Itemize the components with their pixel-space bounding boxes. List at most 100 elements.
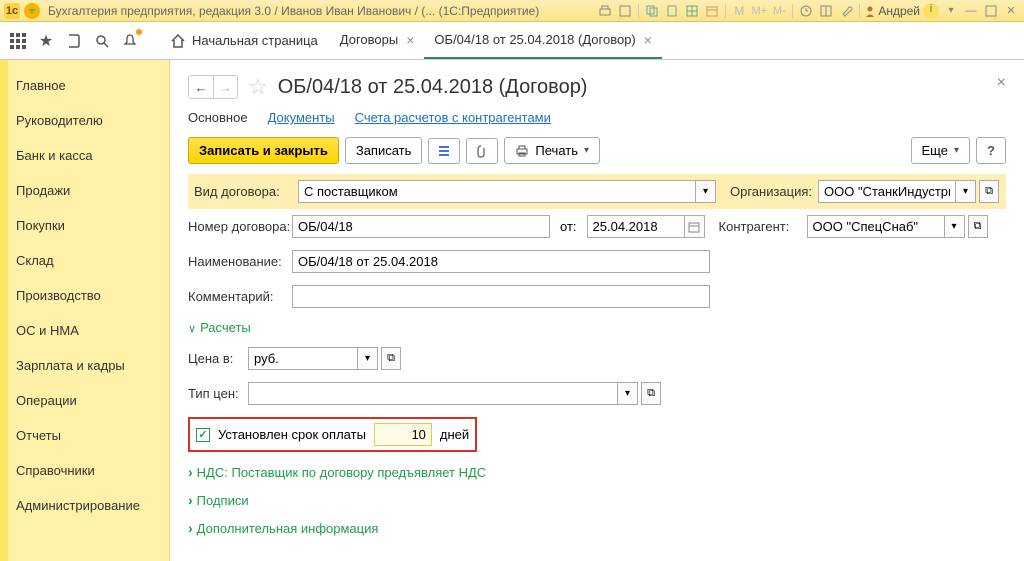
sidebar-item-proizvodstvo[interactable]: Производство <box>2 278 169 313</box>
search-icon[interactable] <box>88 27 116 55</box>
content-area: × ← → ☆ ОБ/04/18 от 25.04.2018 (Договор)… <box>170 60 1024 561</box>
sidebar-item-rukovoditelyu[interactable]: Руководителю <box>2 103 169 138</box>
srok-days-input[interactable] <box>374 423 432 446</box>
print-icon[interactable] <box>596 2 614 20</box>
dropdown-icon[interactable]: ▾ <box>696 180 716 203</box>
open-ext-icon[interactable]: ⧉ <box>641 382 661 405</box>
section-nds[interactable]: НДС: Поставщик по договору предъявляет Н… <box>188 458 1006 486</box>
tip-input[interactable] <box>248 382 618 405</box>
favorite-toggle-icon[interactable]: ☆ <box>248 74 268 100</box>
sidebar-item-operacii[interactable]: Операции <box>2 383 169 418</box>
tip-label: Тип цен: <box>188 386 248 401</box>
sidebar-item-spravochniki[interactable]: Справочники <box>2 453 169 488</box>
home-icon <box>170 33 186 49</box>
nav-forward-button[interactable]: → <box>213 76 237 98</box>
calc-icon[interactable] <box>683 2 701 20</box>
org-input[interactable] <box>818 180 956 203</box>
date-input[interactable] <box>587 215 685 238</box>
maximize-button[interactable] <box>982 2 1000 20</box>
save-close-button[interactable]: Записать и закрыть <box>188 137 339 164</box>
srok-checkbox[interactable]: ✓ <box>196 428 210 442</box>
tab-close-icon[interactable]: × <box>644 32 652 48</box>
section-dopinfo[interactable]: Дополнительная информация <box>188 514 1006 542</box>
nav-back-button[interactable]: ← <box>189 76 213 98</box>
notifications-bell-icon[interactable] <box>116 27 144 55</box>
save-icon[interactable] <box>616 2 634 20</box>
tab-close-icon[interactable]: × <box>406 32 414 48</box>
section-podpisi[interactable]: Подписи <box>188 486 1006 514</box>
main-toolbar: ★ Начальная страница Договоры × ОБ/04/18… <box>0 22 1024 60</box>
chevron-right-icon <box>188 520 193 536</box>
home-tab-label: Начальная страница <box>192 33 318 48</box>
action-bar: Записать и закрыть Записать Печать ▾ Еще… <box>188 137 1006 164</box>
nomer-input[interactable] <box>292 215 550 238</box>
m-plus-icon[interactable]: M+ <box>750 2 768 20</box>
favorite-star-icon[interactable]: ★ <box>32 27 60 55</box>
sidebar-item-glavnoe[interactable]: Главное <box>2 68 169 103</box>
chevron-down-icon: ▾ <box>954 145 959 156</box>
history-icon[interactable] <box>60 27 88 55</box>
org-label: Организация: <box>730 184 818 199</box>
nomer-label: Номер договора: <box>188 219 292 234</box>
subnav-osnovnoe[interactable]: Основное <box>188 110 248 125</box>
dropdown-circle-icon[interactable] <box>24 3 40 19</box>
row-vid-dogovora: Вид договора: ▾ Организация: ▾ ⧉ <box>188 174 1006 209</box>
row-tip-cen: Тип цен: ▾ ⧉ <box>188 376 1006 411</box>
subnav-dokumenty[interactable]: Документы <box>268 110 335 125</box>
dropdown-icon[interactable]: ▾ <box>956 180 976 203</box>
chevron-right-icon <box>188 492 193 508</box>
vid-input[interactable] <box>298 180 696 203</box>
komment-input[interactable] <box>292 285 710 308</box>
close-button[interactable]: ✕ <box>1002 2 1020 20</box>
open-ext-icon[interactable]: ⧉ <box>968 215 988 238</box>
section-raschety[interactable]: Расчеты <box>188 314 1006 341</box>
dropdown-icon[interactable]: ▾ <box>945 215 965 238</box>
sidebar-item-os-nma[interactable]: ОС и НМА <box>2 313 169 348</box>
info-icon[interactable]: i <box>922 2 940 20</box>
list-icon-button[interactable] <box>428 138 460 164</box>
chevron-down-icon <box>188 320 196 335</box>
current-user[interactable]: Андрей <box>864 4 920 18</box>
tab-dogovory[interactable]: Договоры × <box>330 22 425 59</box>
naimen-input[interactable] <box>292 250 710 273</box>
sidebar-item-otchety[interactable]: Отчеты <box>2 418 169 453</box>
tab-dogovor-current[interactable]: ОБ/04/18 от 25.04.2018 (Договор) × <box>424 22 662 59</box>
open-ext-icon[interactable]: ⧉ <box>381 347 401 370</box>
dropdown-icon[interactable]: ▾ <box>358 347 378 370</box>
dropdown-icon[interactable]: ▾ <box>618 382 638 405</box>
save-button[interactable]: Записать <box>345 137 423 164</box>
attachment-button[interactable] <box>466 138 498 164</box>
sidebar-item-sklad[interactable]: Склад <box>2 243 169 278</box>
home-tab[interactable]: Начальная страница <box>158 22 330 59</box>
sidebar-item-prodazhi[interactable]: Продажи <box>2 173 169 208</box>
cena-input[interactable] <box>248 347 358 370</box>
more-button[interactable]: Еще▾ <box>911 137 970 164</box>
subnav-scheta[interactable]: Счета расчетов с контрагентами <box>355 110 551 125</box>
sidebar-item-admin[interactable]: Администрирование <box>2 488 169 523</box>
cena-label: Цена в: <box>188 351 248 366</box>
copy-icon[interactable] <box>643 2 661 20</box>
panel-icon[interactable] <box>817 2 835 20</box>
window-title: Бухгалтерия предприятия, редакция 3.0 / … <box>48 4 539 18</box>
page-close-icon[interactable]: × <box>997 74 1006 92</box>
sidebar-item-zarplata[interactable]: Зарплата и кадры <box>2 348 169 383</box>
sidebar-item-bank[interactable]: Банк и касса <box>2 138 169 173</box>
sidebar-item-pokupki[interactable]: Покупки <box>2 208 169 243</box>
sheet-icon[interactable] <box>663 2 681 20</box>
info-chevron-icon[interactable]: ▾ <box>942 2 960 20</box>
clock-icon[interactable] <box>797 2 815 20</box>
naimen-label: Наименование: <box>188 254 292 269</box>
m-icon[interactable]: M <box>730 2 748 20</box>
m-minus-icon[interactable]: M- <box>770 2 788 20</box>
help-button[interactable]: ? <box>976 137 1006 164</box>
kontr-input[interactable] <box>807 215 945 238</box>
calendar-picker-icon[interactable] <box>685 215 705 238</box>
chevron-right-icon <box>188 464 193 480</box>
apps-grid-icon[interactable] <box>4 27 32 55</box>
wrench-icon[interactable] <box>837 2 855 20</box>
minimize-button[interactable]: — <box>962 2 980 20</box>
kontr-label: Контрагент: <box>719 219 807 234</box>
calendar-icon[interactable] <box>703 2 721 20</box>
print-button[interactable]: Печать ▾ <box>504 137 600 164</box>
open-ext-icon[interactable]: ⧉ <box>979 180 999 203</box>
